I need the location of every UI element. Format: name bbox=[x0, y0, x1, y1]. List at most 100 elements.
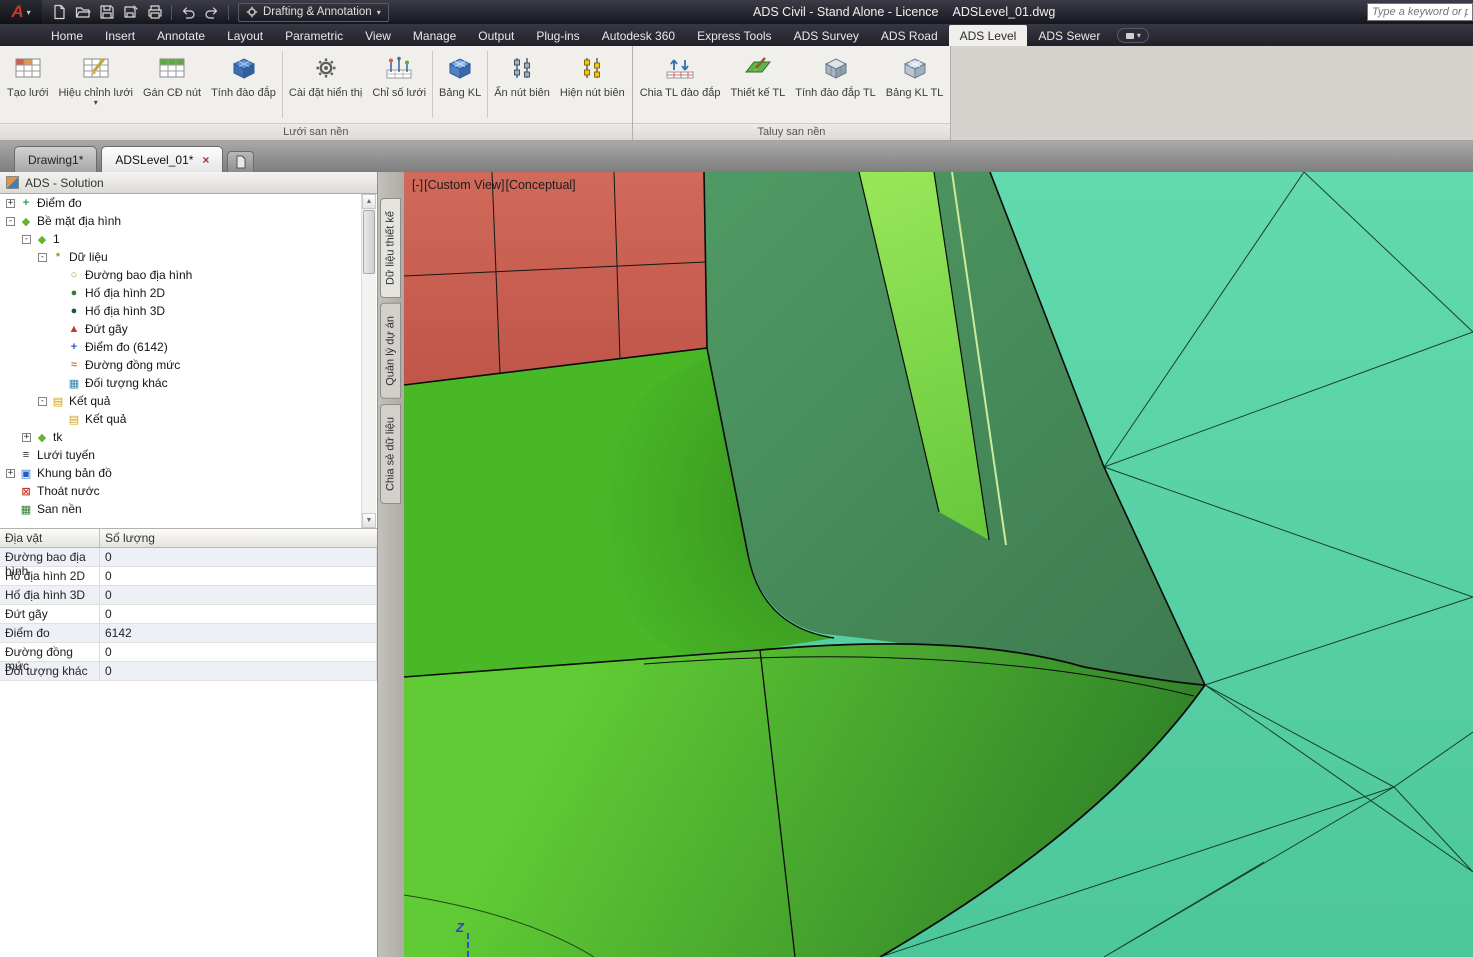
tree-item[interactable]: ++Điểm đo bbox=[0, 194, 362, 212]
workspace-switcher[interactable]: Drafting & Annotation ▾ bbox=[238, 3, 389, 22]
collapse-toggle[interactable]: - bbox=[6, 217, 15, 226]
view-control[interactable]: [Custom View] bbox=[424, 178, 504, 192]
ribbon-tab-express-tools[interactable]: Express Tools bbox=[686, 25, 782, 46]
ribbon-button-an-nut-bien[interactable]: Ẩn nút biên bbox=[489, 47, 555, 122]
ribbon-tab-annotate[interactable]: Annotate bbox=[146, 25, 216, 46]
vertical-tab-quan-ly-du-an[interactable]: Quản lý dự án bbox=[380, 303, 401, 399]
table-row[interactable]: Đường đồng mức0 bbox=[0, 643, 377, 662]
ribbon-button-cai-dat-hien-thi[interactable]: Cài đặt hiển thị bbox=[284, 47, 367, 122]
tree-item[interactable]: ▦San nền bbox=[0, 500, 362, 518]
redo-button[interactable] bbox=[201, 2, 223, 22]
ribbon-tab-ads-level[interactable]: ADS Level bbox=[949, 25, 1028, 46]
tree-item[interactable]: ≡Lưới tuyến bbox=[0, 446, 362, 464]
ribbon-tab-layout[interactable]: Layout bbox=[216, 25, 274, 46]
viewport-menu-control[interactable]: [-] bbox=[412, 178, 423, 192]
ribbon-button-tinh-dao-dap[interactable]: Tính đào đắp bbox=[206, 47, 281, 122]
ribbon-tab-autodesk-360[interactable]: Autodesk 360 bbox=[591, 25, 686, 46]
open-button[interactable] bbox=[72, 2, 94, 22]
ribbon-button-gan-cd-nut[interactable]: Gán CĐ nút bbox=[138, 47, 206, 122]
vertical-tab-du-lieu-thiet-ke[interactable]: Dữ liệu thiết kế bbox=[380, 198, 401, 298]
palette-header[interactable]: ADS - Solution bbox=[0, 172, 377, 194]
ribbon-button-hien-nut-bien[interactable]: Hiện nút biên bbox=[555, 47, 630, 122]
ribbon-display-options-button[interactable]: ▾ bbox=[1117, 28, 1149, 43]
tree-scrollbar[interactable]: ▲ ▼ bbox=[361, 194, 376, 528]
new-drawing-tab-button[interactable] bbox=[227, 151, 254, 172]
ribbon-tab-home[interactable]: Home bbox=[40, 25, 94, 46]
table-row[interactable]: Đứt gãy0 bbox=[0, 605, 377, 624]
ribbon-tab-insert[interactable]: Insert bbox=[94, 25, 146, 46]
ribbon-button-chi-so-luoi[interactable]: Chỉ số lưới bbox=[367, 47, 431, 122]
plot-button[interactable] bbox=[144, 2, 166, 22]
drawing-tab-drawing1[interactable]: Drawing1* bbox=[14, 146, 97, 172]
dropdown-caret-icon[interactable]: ▾ bbox=[94, 99, 98, 106]
ribbon-button-hieu-chinh-luoi[interactable]: Hiệu chỉnh lưới ▾ bbox=[53, 47, 138, 122]
ribbon-button-chia-tl-dao-dap[interactable]: Chia TL đào đắp bbox=[635, 47, 726, 122]
ribbon-button-bang-kl[interactable]: Bảng KL bbox=[434, 47, 486, 122]
table-row[interactable]: Đối tượng khác0 bbox=[0, 662, 377, 681]
scrollbar-thumb[interactable] bbox=[363, 210, 375, 274]
collapse-toggle[interactable]: - bbox=[38, 397, 47, 406]
new-button[interactable] bbox=[48, 2, 70, 22]
tree-item[interactable]: +▣Khung bản đồ bbox=[0, 464, 362, 482]
ribbon-tab-output[interactable]: Output bbox=[467, 25, 525, 46]
panel-separator bbox=[432, 51, 433, 118]
table-row[interactable]: Đường bao địa hình0 bbox=[0, 548, 377, 567]
ribbon-tab-view[interactable]: View bbox=[354, 25, 402, 46]
expand-toggle[interactable]: + bbox=[6, 199, 15, 208]
tree-item[interactable]: ▲Đứt gãy bbox=[0, 320, 362, 338]
expand-toggle[interactable]: + bbox=[22, 433, 31, 442]
tree-item[interactable]: ▦Đối tượng khác bbox=[0, 374, 362, 392]
tree-item[interactable]: -*Dữ liệu bbox=[0, 248, 362, 266]
ribbon-tab-parametric[interactable]: Parametric bbox=[274, 25, 354, 46]
ribbon-tab-ads-road[interactable]: ADS Road bbox=[870, 25, 949, 46]
tree-item[interactable]: ○Đường bao địa hình bbox=[0, 266, 362, 284]
tree-item[interactable]: +◆tk bbox=[0, 428, 362, 446]
ribbon-tab-manage[interactable]: Manage bbox=[402, 25, 467, 46]
search-input[interactable] bbox=[1368, 4, 1472, 20]
ribbon-tab-plug-ins[interactable]: Plug-ins bbox=[525, 25, 590, 46]
table-row[interactable]: Hố địa hình 3D0 bbox=[0, 586, 377, 605]
collapse-toggle[interactable]: - bbox=[22, 235, 31, 244]
tree-item[interactable]: ▤Kết quả bbox=[0, 410, 362, 428]
save-as-button[interactable] bbox=[120, 2, 142, 22]
panel-title[interactable]: Lưới san nền bbox=[0, 123, 632, 140]
tree-item[interactable]: ●Hố địa hình 2D bbox=[0, 284, 362, 302]
ribbon-button-thiet-ke-tl[interactable]: Thiết kế TL bbox=[725, 47, 790, 122]
palette-title: ADS - Solution bbox=[25, 176, 104, 190]
scroll-down-icon[interactable]: ▼ bbox=[362, 513, 376, 528]
close-tab-icon[interactable]: × bbox=[202, 153, 209, 167]
collapse-toggle[interactable]: - bbox=[38, 253, 47, 262]
tree-item[interactable]: +Điểm đo (6142) bbox=[0, 338, 362, 356]
ribbon-tab-ads-survey[interactable]: ADS Survey bbox=[783, 25, 870, 46]
drawing-viewport[interactable]: [-] [Custom View] [Conceptual] Z bbox=[404, 172, 1473, 957]
scroll-up-icon[interactable]: ▲ bbox=[362, 194, 376, 209]
column-header[interactable]: Địa vật bbox=[0, 529, 100, 547]
tree-item[interactable]: ≈Đường đồng mức bbox=[0, 356, 362, 374]
table-row[interactable]: Điểm đo6142 bbox=[0, 624, 377, 643]
table-row[interactable]: Hố địa hình 2D0 bbox=[0, 567, 377, 586]
expand-toggle[interactable]: + bbox=[6, 469, 15, 478]
save-button[interactable] bbox=[96, 2, 118, 22]
drawing-tab-label: ADSLevel_01* bbox=[115, 153, 193, 167]
drawing-tab-adslevel-01[interactable]: ADSLevel_01* × bbox=[101, 146, 223, 172]
survey-point-icon: + bbox=[19, 197, 33, 209]
tree-item[interactable]: ●Hố địa hình 3D bbox=[0, 302, 362, 320]
tree-indent bbox=[54, 289, 63, 298]
vertical-tab-chia-se-du-lieu[interactable]: Chia sẻ dữ liệu bbox=[380, 404, 401, 504]
z-axis-label: Z bbox=[456, 920, 464, 935]
tree-item[interactable]: -◆Bề mặt địa hình bbox=[0, 212, 362, 230]
undo-button[interactable] bbox=[177, 2, 199, 22]
tree-item[interactable]: -◆1 bbox=[0, 230, 362, 248]
tree-indent bbox=[6, 487, 15, 496]
tree-item-label: Đường bao địa hình bbox=[85, 268, 192, 282]
panel-title[interactable]: Taluy san nền bbox=[633, 123, 951, 140]
column-header[interactable]: Số lượng bbox=[100, 529, 377, 547]
tree-item[interactable]: ⊠Thoát nước bbox=[0, 482, 362, 500]
ribbon-button-bang-kl-tl[interactable]: Bảng KL TL bbox=[881, 47, 949, 122]
ribbon-tab-ads-sewer[interactable]: ADS Sewer bbox=[1027, 25, 1111, 46]
application-menu-button[interactable]: A ▾ bbox=[0, 0, 42, 24]
visual-style-control[interactable]: [Conceptual] bbox=[505, 178, 575, 192]
ribbon-button-tao-luoi[interactable]: Tạo lưới bbox=[2, 47, 53, 122]
ribbon-button-tinh-dao-dap-tl[interactable]: Tính đào đắp TL bbox=[790, 47, 881, 122]
tree-item[interactable]: -▤Kết quả bbox=[0, 392, 362, 410]
